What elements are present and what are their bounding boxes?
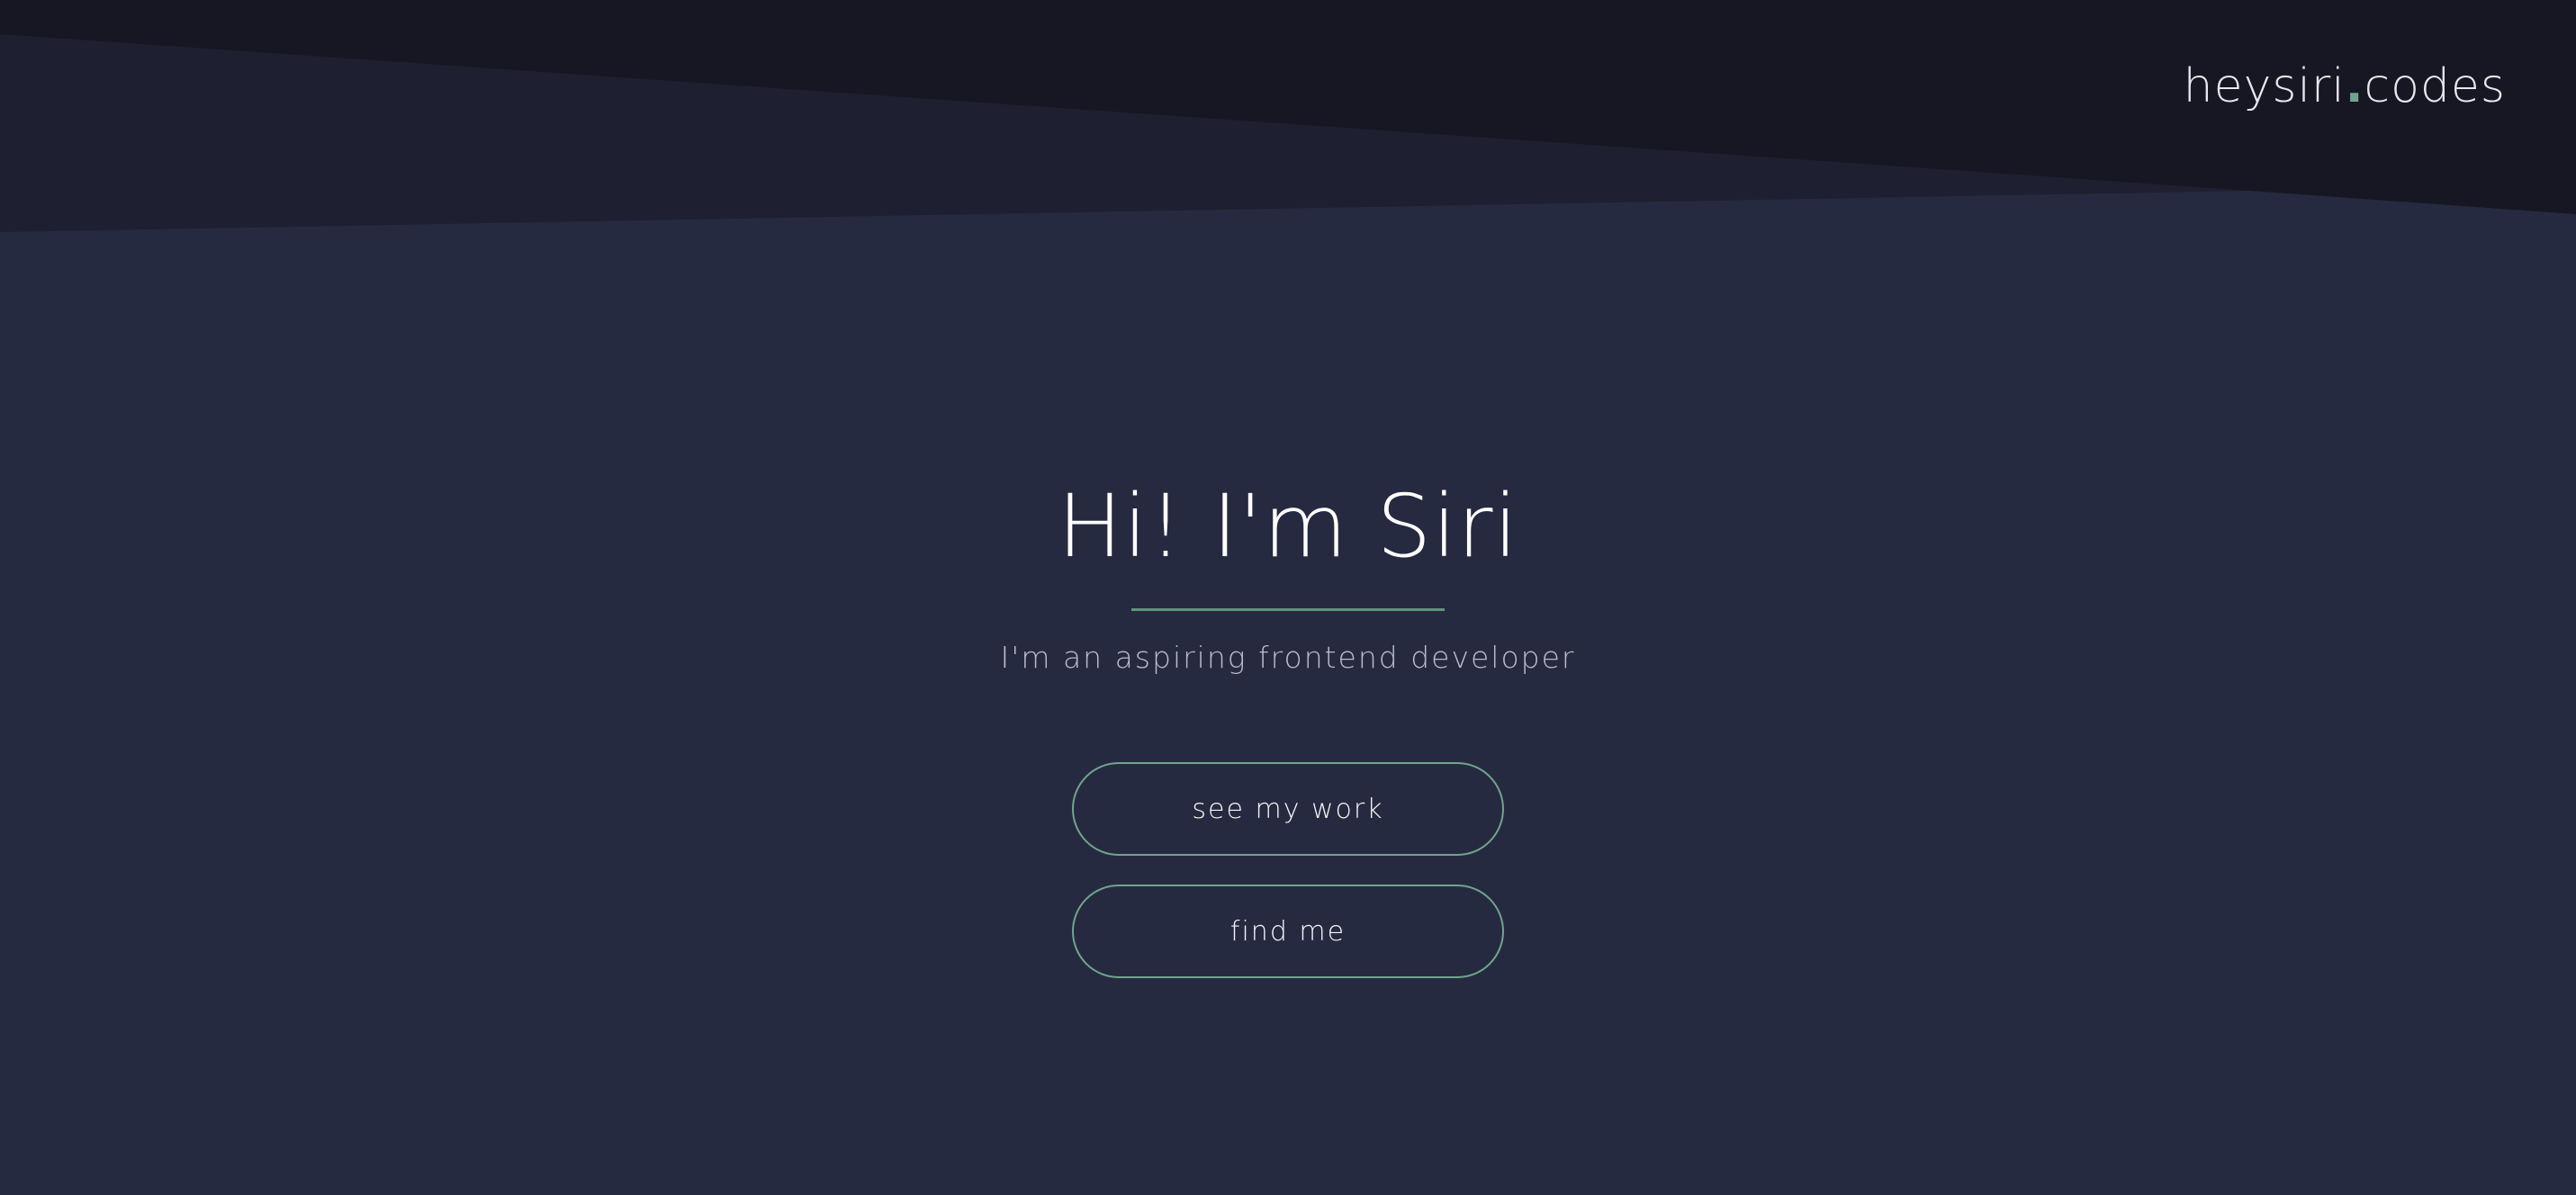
hero-divider: [1131, 608, 1445, 611]
find-me-button[interactable]: find me: [1072, 885, 1504, 978]
logo-name: heysiri: [2183, 59, 2346, 113]
header-background-shapes: [0, 0, 2576, 252]
logo-dot: .: [2345, 59, 2364, 113]
logo-tld: codes: [2364, 59, 2506, 113]
hero-subtitle: I'm an aspiring frontend developer: [1000, 640, 1576, 675]
page: heysiri.codes Hi! I'm Siri I'm an aspiri…: [0, 0, 2576, 1195]
site-logo[interactable]: heysiri.codes: [2184, 59, 2506, 113]
hero-title: Hi! I'm Siri: [1057, 476, 1519, 577]
see-my-work-button[interactable]: see my work: [1072, 762, 1504, 856]
hero-section: Hi! I'm Siri I'm an aspiring frontend de…: [0, 468, 2576, 978]
